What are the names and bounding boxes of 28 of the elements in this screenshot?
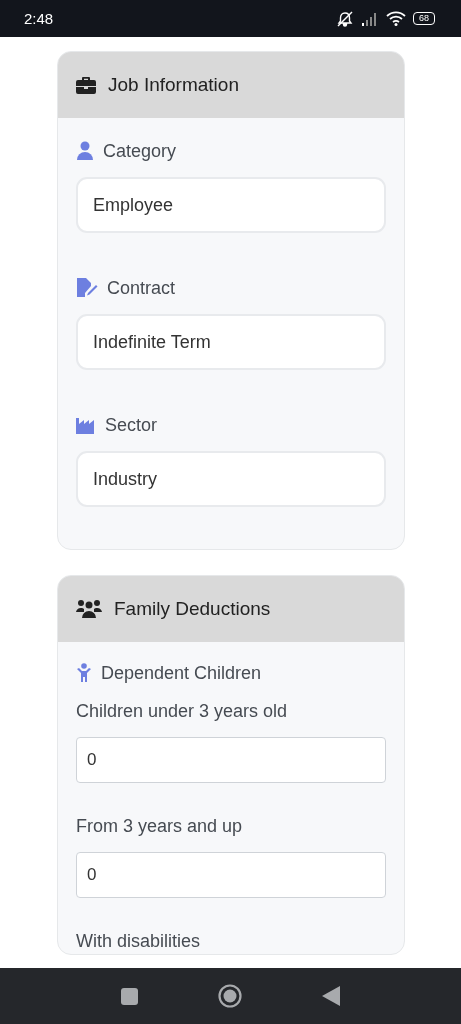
select-field[interactable]: Employee <box>76 177 386 233</box>
subheading: Dependent Children <box>101 662 262 684</box>
home-icon[interactable] <box>218 984 242 1008</box>
clock-time: 2:48 <box>24 10 54 27</box>
muted-bell-icon <box>336 10 354 27</box>
wifi-icon <box>386 11 406 26</box>
back-icon[interactable] <box>322 986 340 1006</box>
field-label: Children under 3 years old <box>76 700 288 722</box>
field-label: With disabilities <box>76 930 201 952</box>
factory-icon <box>76 416 96 434</box>
select-field[interactable]: Indefinite Term <box>76 314 386 370</box>
section-title: Family Deductions <box>114 598 271 620</box>
select-field[interactable]: Industry <box>76 451 386 507</box>
signal-icon <box>361 11 379 26</box>
field-label: Sector <box>105 414 158 436</box>
people-icon <box>76 599 102 619</box>
child-icon <box>76 663 92 683</box>
number-field[interactable]: 0 <box>76 737 386 783</box>
section-title: Job Information <box>108 74 239 96</box>
number-field[interactable]: 0 <box>76 852 386 898</box>
field-label: Contract <box>107 277 176 299</box>
person-icon <box>76 141 94 161</box>
field-label: Category <box>103 140 177 162</box>
field-label: From 3 years and up <box>76 815 243 837</box>
recents-icon[interactable] <box>121 987 138 1005</box>
battery-indicator: 68 <box>413 12 435 25</box>
briefcase-icon <box>76 76 96 94</box>
document-pen-icon <box>76 278 98 298</box>
